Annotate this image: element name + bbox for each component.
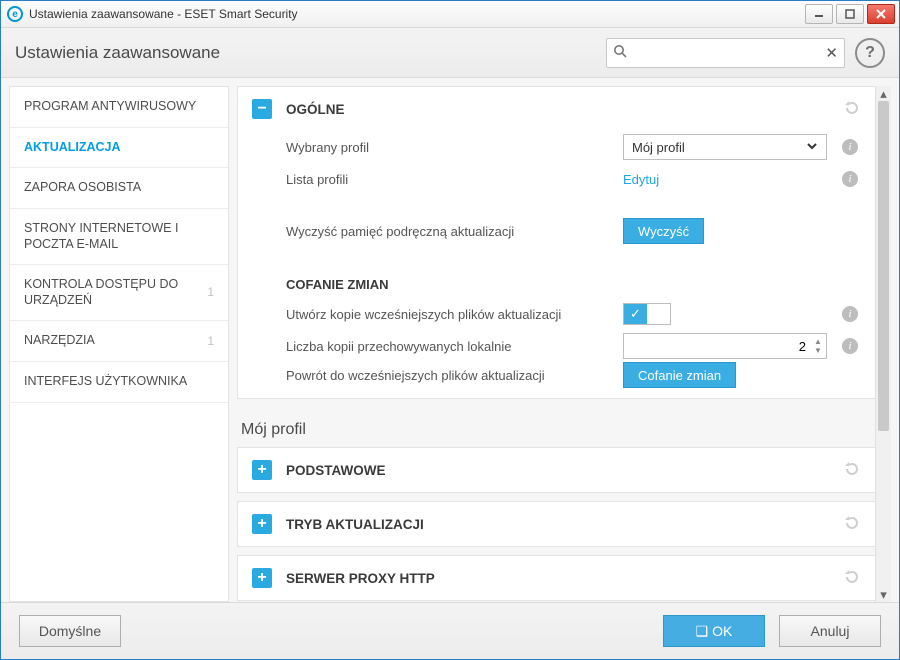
- row-profile-list: Lista profili Edytuj i: [238, 163, 875, 195]
- label: Liczba kopii przechowywanych lokalnie: [286, 339, 611, 354]
- chevron-down-icon: [806, 140, 818, 155]
- ok-button[interactable]: ❑ OK: [663, 615, 765, 647]
- sidebar-item-label: KONTROLA DOSTĘPU DO URZĄDZEŃ: [24, 277, 207, 308]
- panel-header-basic[interactable]: + PODSTAWOWE: [238, 448, 875, 492]
- app-logo-icon: e: [7, 6, 23, 22]
- row-copies-count: Liczba kopii przechowywanych lokalnie ▲ …: [238, 330, 875, 362]
- panel-header-update-mode[interactable]: + TRYB AKTUALIZACJI: [238, 502, 875, 546]
- help-icon: ?: [865, 44, 875, 62]
- panel-title: PODSTAWOWE: [286, 463, 829, 478]
- revert-button[interactable]: Cofanie zmian: [623, 362, 736, 388]
- edit-profiles-link[interactable]: Edytuj: [623, 172, 659, 187]
- sidebar-item-count: 1: [207, 334, 214, 349]
- search-box[interactable]: ✕: [606, 38, 845, 68]
- panel-title: SERWER PROXY HTTP: [286, 571, 829, 586]
- maximize-button[interactable]: [836, 4, 864, 24]
- info-button[interactable]: i: [839, 171, 861, 187]
- sidebar-item-label: INTERFEJS UŻYTKOWNIKA: [24, 374, 187, 390]
- reset-icon[interactable]: [843, 568, 861, 589]
- sidebar-item-ui[interactable]: INTERFEJS UŻYTKOWNIKA: [10, 362, 228, 403]
- window-title: Ustawienia zaawansowane - ESET Smart Sec…: [29, 7, 805, 21]
- panel-update-mode: + TRYB AKTUALIZACJI: [237, 501, 876, 547]
- sidebar-item-count: 1: [207, 285, 214, 300]
- reset-icon[interactable]: [843, 514, 861, 535]
- panel-title: TRYB AKTUALIZACJI: [286, 517, 829, 532]
- scrollbar[interactable]: ▴ ▾: [875, 86, 891, 602]
- row-create-snapshots: Utwórz kopie wcześniejszych plików aktua…: [238, 298, 875, 330]
- info-icon: i: [842, 171, 858, 187]
- spin-up-icon: ▲: [814, 337, 822, 346]
- spin-down-icon: ▼: [814, 346, 822, 355]
- check-icon: ✓: [624, 304, 647, 324]
- close-button[interactable]: [867, 4, 895, 24]
- label: Wybrany profil: [286, 140, 611, 155]
- sidebar-item-web-email[interactable]: STRONY INTERNETOWE I POCZTA E-MAIL: [10, 209, 228, 265]
- expand-icon[interactable]: +: [252, 568, 272, 588]
- copies-stepper[interactable]: ▲ ▼: [623, 333, 827, 359]
- window: e Ustawienia zaawansowane - ESET Smart S…: [0, 0, 900, 660]
- info-icon: i: [842, 338, 858, 354]
- collapse-icon[interactable]: −: [252, 99, 272, 119]
- help-button[interactable]: ?: [855, 38, 885, 68]
- reset-icon[interactable]: [843, 460, 861, 481]
- header: Ustawienia zaawansowane ✕ ?: [1, 28, 899, 78]
- sidebar-item-firewall[interactable]: ZAPORA OSOBISTA: [10, 168, 228, 209]
- panel-title: OGÓLNE: [286, 102, 829, 117]
- spin-buttons[interactable]: ▲ ▼: [810, 334, 826, 358]
- panel-general: − OGÓLNE Wybrany profil Mój profil i: [237, 86, 876, 399]
- panel-proxy: + SERWER PROXY HTTP: [237, 555, 876, 601]
- info-button[interactable]: i: [839, 306, 861, 322]
- clear-cache-button[interactable]: Wyczyść: [623, 218, 704, 244]
- snapshot-toggle[interactable]: ✓: [623, 303, 671, 325]
- scroll-thumb[interactable]: [878, 101, 889, 431]
- shield-icon: ❑: [696, 623, 709, 640]
- cancel-button[interactable]: Anuluj: [779, 615, 881, 647]
- titlebar: e Ustawienia zaawansowane - ESET Smart S…: [1, 1, 899, 28]
- minimize-button[interactable]: [805, 4, 833, 24]
- label: Lista profili: [286, 172, 611, 187]
- copies-input[interactable]: [624, 339, 810, 354]
- label: Utwórz kopie wcześniejszych plików aktua…: [286, 307, 611, 322]
- scroll-up-icon[interactable]: ▴: [876, 86, 891, 101]
- label: Powrót do wcześniejszych plików aktualiz…: [286, 368, 611, 383]
- row-clear-cache: Wyczyść pamięć podręczną aktualizacji Wy…: [238, 215, 875, 247]
- sidebar-item-label: PROGRAM ANTYWIRUSOWY: [24, 99, 196, 115]
- info-icon: i: [842, 139, 858, 155]
- content: − OGÓLNE Wybrany profil Mój profil i: [237, 86, 891, 602]
- panel-header-general[interactable]: − OGÓLNE: [238, 87, 875, 131]
- footer: Domyślne ❑ OK Anuluj: [1, 602, 899, 659]
- sidebar: PROGRAM ANTYWIRUSOWY AKTUALIZACJA ZAPORA…: [9, 86, 229, 602]
- profile-select[interactable]: Mój profil: [623, 134, 827, 160]
- info-button[interactable]: i: [839, 338, 861, 354]
- search-input[interactable]: [633, 44, 819, 61]
- row-selected-profile: Wybrany profil Mój profil i: [238, 131, 875, 163]
- expand-icon[interactable]: +: [252, 460, 272, 480]
- select-value: Mój profil: [632, 140, 685, 155]
- body: PROGRAM ANTYWIRUSOWY AKTUALIZACJA ZAPORA…: [1, 78, 899, 602]
- defaults-button[interactable]: Domyślne: [19, 615, 121, 647]
- profile-section-title: Mój profil: [237, 407, 876, 447]
- reset-icon[interactable]: [843, 99, 861, 120]
- sidebar-item-antivirus[interactable]: PROGRAM ANTYWIRUSOWY: [10, 87, 228, 128]
- panel-header-proxy[interactable]: + SERWER PROXY HTTP: [238, 556, 875, 600]
- sidebar-item-update[interactable]: AKTUALIZACJA: [10, 128, 228, 169]
- sidebar-item-label: STRONY INTERNETOWE I POCZTA E-MAIL: [24, 221, 214, 252]
- window-buttons: [805, 4, 895, 24]
- expand-icon[interactable]: +: [252, 514, 272, 534]
- label: Wyczyść pamięć podręczną aktualizacji: [286, 224, 611, 239]
- sidebar-item-tools[interactable]: NARZĘDZIA 1: [10, 321, 228, 362]
- rollback-subtitle: COFANIE ZMIAN: [238, 267, 875, 298]
- info-icon: i: [842, 306, 858, 322]
- panel-basic: + PODSTAWOWE: [237, 447, 876, 493]
- sidebar-item-label: ZAPORA OSOBISTA: [24, 180, 141, 196]
- sidebar-item-label: NARZĘDZIA: [24, 333, 95, 349]
- row-revert: Powrót do wcześniejszych plików aktualiz…: [238, 362, 875, 398]
- scroll-down-icon[interactable]: ▾: [876, 587, 891, 602]
- sidebar-item-device-control[interactable]: KONTROLA DOSTĘPU DO URZĄDZEŃ1: [10, 265, 228, 321]
- info-button[interactable]: i: [839, 139, 861, 155]
- breadcrumb: Ustawienia zaawansowane: [15, 43, 606, 63]
- sidebar-item-label: AKTUALIZACJA: [24, 140, 121, 156]
- clear-search-icon[interactable]: ✕: [825, 44, 838, 62]
- search-icon: [613, 44, 627, 61]
